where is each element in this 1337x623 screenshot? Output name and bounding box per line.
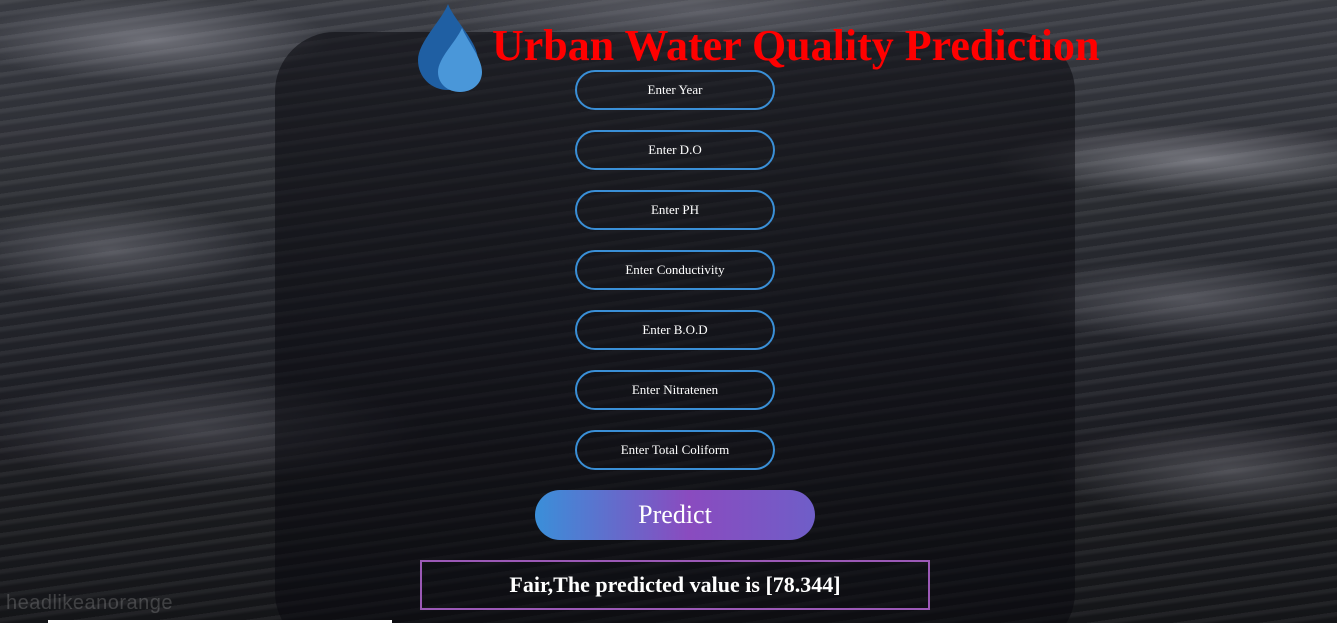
prediction-result: Fair,The predicted value is [78.344] [420,560,930,610]
nitrate-input[interactable] [575,370,775,410]
page-title: Urban Water Quality Prediction [492,21,1100,70]
water-drops-icon [412,2,488,94]
background-watermark: headlikeanorange [6,592,174,614]
total-coliform-input[interactable] [575,430,775,470]
conductivity-input[interactable] [575,250,775,290]
do-input[interactable] [575,130,775,170]
ph-input[interactable] [575,190,775,230]
predict-button[interactable]: Predict [535,490,815,540]
prediction-result-text: Fair,The predicted value is [78.344] [509,572,841,597]
bod-input[interactable] [575,310,775,350]
year-input[interactable] [575,70,775,110]
